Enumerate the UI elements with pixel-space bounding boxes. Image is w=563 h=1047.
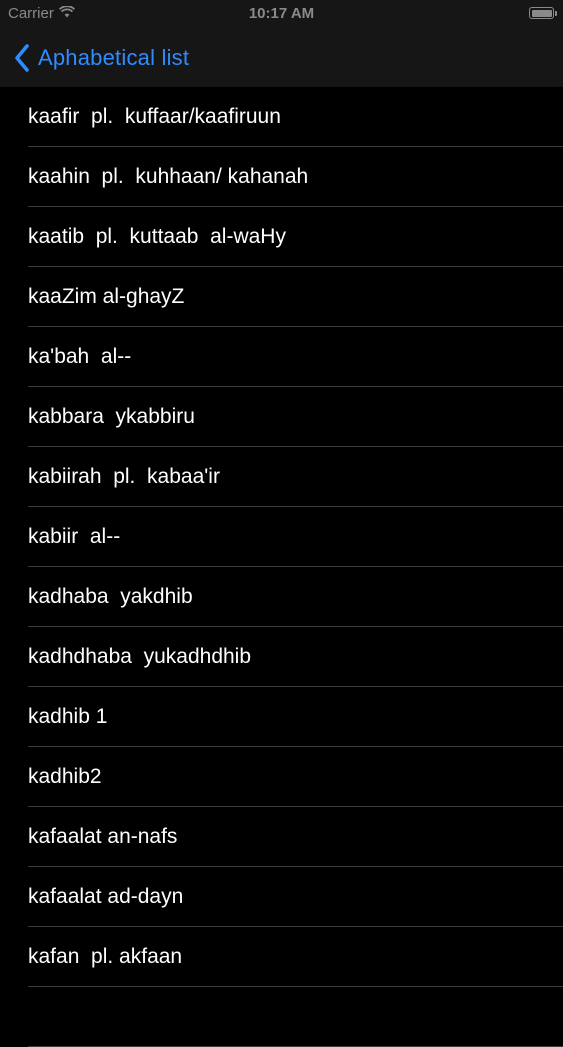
navigation-bar: Aphabetical list bbox=[0, 28, 563, 87]
list-item-label: ka'bah al-- bbox=[28, 345, 132, 368]
list-item-label: kaaZim al-ghayZ bbox=[28, 285, 185, 308]
list-item[interactable]: kadhib 1 bbox=[0, 687, 563, 747]
list-item[interactable]: kaafir pl. kuffaar/kaafiruun bbox=[0, 87, 563, 147]
list-item[interactable]: kabbara ykabbiru bbox=[0, 387, 563, 447]
list-item[interactable]: kafaalat ad-dayn bbox=[0, 867, 563, 927]
list-item-label: kaatib pl. kuttaab al-waHy bbox=[28, 225, 286, 248]
list-item[interactable]: kabiir al-- bbox=[0, 507, 563, 567]
list-item-label: kafaalat an-nafs bbox=[28, 825, 178, 848]
list-item[interactable]: kadhib2 bbox=[0, 747, 563, 807]
chevron-left-icon bbox=[14, 44, 30, 72]
list-item[interactable]: kaaZim al-ghayZ bbox=[0, 267, 563, 327]
battery-tip bbox=[555, 11, 557, 16]
list-item-label: kadhaba yakdhib bbox=[28, 585, 193, 608]
list-item-label: kaafir pl. kuffaar/kaafiruun bbox=[28, 105, 281, 128]
list-item-label: kafan pl. akfaan bbox=[28, 945, 183, 968]
back-button[interactable]: Aphabetical list bbox=[14, 41, 189, 75]
list-item[interactable]: kaatib pl. kuttaab al-waHy bbox=[0, 207, 563, 267]
list-item[interactable] bbox=[0, 987, 563, 1047]
list-item[interactable]: kaahin pl. kuhhaan/ kahanah bbox=[0, 147, 563, 207]
list-item-label: kabiirah pl. kabaa'ir bbox=[28, 465, 220, 488]
list-item[interactable]: kadhaba yakdhib bbox=[0, 567, 563, 627]
battery-icon bbox=[529, 7, 557, 19]
list-item-label: kadhib2 bbox=[28, 765, 102, 788]
list-item[interactable]: kabiirah pl. kabaa'ir bbox=[0, 447, 563, 507]
back-button-label: Aphabetical list bbox=[38, 45, 190, 70]
list-item-label: kabiir al-- bbox=[28, 525, 121, 548]
list-item-label: kabbara ykabbiru bbox=[28, 405, 195, 428]
status-bar: Carrier 10:17 AM bbox=[0, 0, 563, 28]
battery-level bbox=[531, 9, 552, 17]
list-item[interactable]: kadhdhaba yukadhdhib bbox=[0, 627, 563, 687]
list-item-label: kafaalat ad-dayn bbox=[28, 885, 184, 908]
list-item-label: kadhdhaba yukadhdhib bbox=[28, 645, 252, 668]
status-time: 10:17 AM bbox=[248, 5, 315, 22]
alphabetical-entry-list: kaafir pl. kuffaar/kaafiruun kaahin pl. k… bbox=[0, 87, 563, 1047]
list-item[interactable]: ka'bah al-- bbox=[0, 327, 563, 387]
list-item[interactable]: kafaalat an-nafs bbox=[0, 807, 563, 867]
list-item-label: kadhib 1 bbox=[28, 705, 108, 728]
list-item-label: kaahin pl. kuhhaan/ kahanah bbox=[28, 165, 309, 188]
list-item[interactable]: kafan pl. akfaan bbox=[0, 927, 563, 987]
